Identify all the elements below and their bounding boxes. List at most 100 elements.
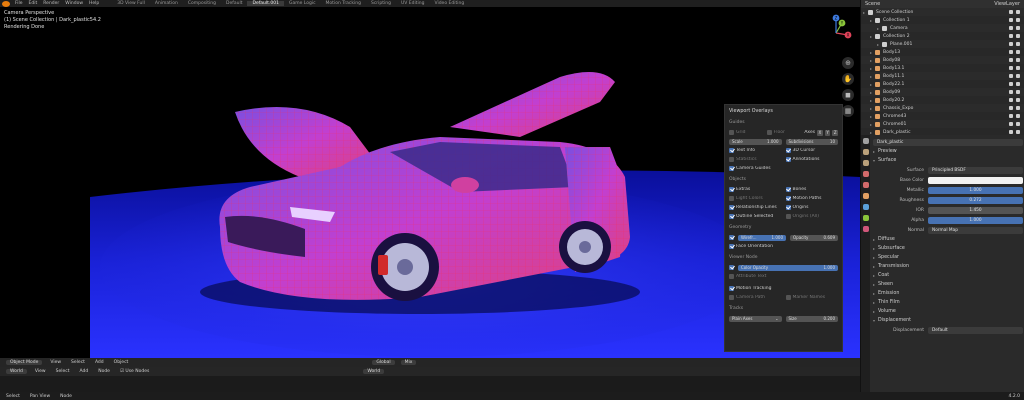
color-opacity-checkbox[interactable] — [729, 265, 734, 270]
visibility-eye-icon[interactable] — [1009, 114, 1013, 118]
tab-game-logic[interactable]: Game Logic — [284, 1, 321, 6]
bones-toggle[interactable]: Bones — [785, 187, 839, 192]
statistics-toggle[interactable]: Statistics — [729, 157, 782, 162]
visibility-eye-icon[interactable] — [1009, 50, 1013, 54]
surface-shader-selector[interactable]: Principled BSDF — [928, 166, 1023, 174]
marker-names-checkbox[interactable] — [785, 295, 791, 300]
outliner-row[interactable]: ▸ Chrome01 — [861, 120, 1024, 128]
motion-paths-toggle[interactable]: Motion Paths — [785, 196, 839, 201]
visibility-eye-icon[interactable] — [1009, 98, 1013, 102]
tab-scripting[interactable]: Scripting — [366, 1, 396, 6]
tab-video-editing[interactable]: Video Editing — [429, 1, 469, 6]
outliner-row[interactable]: ▸ Scene Collection — [861, 8, 1024, 16]
text-info-checkbox[interactable] — [729, 148, 734, 153]
visibility-eye-icon[interactable] — [1009, 58, 1013, 62]
node-editor-canvas[interactable] — [0, 376, 860, 392]
render-camera-icon[interactable] — [1016, 58, 1020, 62]
outliner-row[interactable]: ▸ Body20.2 — [861, 96, 1024, 104]
origins-checkbox[interactable] — [785, 205, 791, 210]
transform-orientation-dropdown[interactable]: Global — [372, 360, 395, 365]
visibility-eye-icon[interactable] — [1009, 34, 1013, 38]
outliner-row[interactable]: ▸ Plane.001 — [861, 40, 1024, 48]
surface-section[interactable]: ▾ Surface — [873, 156, 1023, 165]
outliner-row[interactable]: ▸ Body11.1 — [861, 72, 1024, 80]
object-mode-dropdown[interactable]: Object Mode — [6, 360, 43, 365]
tab-compositing[interactable]: Compositing — [183, 1, 221, 6]
visibility-eye-icon[interactable] — [1009, 106, 1013, 110]
sheen-subsection[interactable]: ▸ Sheen — [873, 280, 1023, 289]
render-camera-icon[interactable] — [1016, 34, 1020, 38]
motion-tracking-checkbox[interactable] — [729, 286, 734, 291]
displacement-section[interactable]: ▾ Displacement — [873, 316, 1023, 325]
outliner-row[interactable]: ▸ Chassis_Expo — [861, 104, 1024, 112]
material-tab-icon[interactable] — [862, 226, 869, 232]
outliner-row[interactable]: ▸ Collection 2 — [861, 32, 1024, 40]
material-name-field[interactable]: Dark_plastic — [873, 138, 1023, 146]
menu-object[interactable]: Object — [112, 360, 131, 365]
face-orientation-toggle[interactable]: Face Orientation — [729, 244, 838, 249]
attribute-text-toggle[interactable]: Attribute Text — [729, 274, 838, 279]
wireframe-field[interactable]: Wirefr... 1.000 — [738, 234, 786, 241]
volume-section[interactable]: ▸ Volume — [873, 307, 1023, 316]
render-camera-icon[interactable] — [1016, 42, 1020, 46]
roughness-field[interactable]: 0.272 — [928, 196, 1023, 204]
origins-all-toggle[interactable]: Origins (All) — [785, 214, 839, 219]
render-camera-icon[interactable] — [1016, 10, 1020, 14]
menu-file[interactable]: File — [12, 1, 26, 6]
origins-all-checkbox[interactable] — [785, 214, 791, 219]
attribute-text-checkbox[interactable] — [729, 274, 734, 279]
transmission-subsection[interactable]: ▸ Transmission — [873, 262, 1023, 271]
menu-add[interactable]: Add — [93, 360, 106, 365]
relationship-lines-checkbox[interactable] — [729, 205, 734, 210]
use-nodes-toggle[interactable]: ☑ Use Nodes — [118, 369, 151, 374]
specular-subsection[interactable]: ▸ Specular — [873, 253, 1023, 262]
render-tab-icon[interactable] — [862, 149, 869, 155]
visibility-eye-icon[interactable] — [1009, 74, 1013, 78]
marker-names-toggle[interactable]: Marker Names — [785, 295, 839, 300]
wireframe-checkbox[interactable] — [729, 235, 734, 240]
outliner-row[interactable]: ▸ Body09 — [861, 88, 1024, 96]
camera-guides-toggle[interactable]: Camera Guides — [729, 166, 838, 171]
visibility-eye-icon[interactable] — [1009, 10, 1013, 14]
tab-uv-editing[interactable]: UV Editing — [396, 1, 429, 6]
text-info-toggle[interactable]: Text Info — [729, 148, 782, 153]
visibility-eye-icon[interactable] — [1009, 130, 1013, 134]
annotations-checkbox[interactable] — [785, 157, 791, 162]
modifier-tab-icon[interactable] — [862, 204, 869, 210]
camera-path-toggle[interactable]: Camera Path — [729, 295, 782, 300]
render-camera-icon[interactable] — [1016, 98, 1020, 102]
visibility-eye-icon[interactable] — [1009, 18, 1013, 22]
render-camera-icon[interactable] — [1016, 90, 1020, 94]
displacement-selector[interactable]: Default — [928, 326, 1023, 334]
menu-view[interactable]: View — [48, 360, 63, 365]
outliner-row[interactable]: ▸ Body08 — [861, 56, 1024, 64]
menu-help[interactable]: Help — [86, 1, 102, 6]
render-camera-icon[interactable] — [1016, 122, 1020, 126]
snap-mix-dropdown[interactable]: Mix — [400, 360, 417, 365]
menu-render[interactable]: Render — [40, 1, 62, 6]
3d-cursor-toggle[interactable]: 3D Cursor — [785, 148, 839, 153]
light-colors-checkbox[interactable] — [729, 196, 734, 201]
extras-toggle[interactable]: Extras — [729, 187, 782, 192]
outline-selected-checkbox[interactable] — [729, 214, 734, 219]
preview-section[interactable]: ▸ Preview — [873, 147, 1023, 156]
object-tab-icon[interactable] — [862, 193, 869, 199]
node-menu-node[interactable]: Node — [96, 369, 112, 374]
metallic-field[interactable]: 1.000 — [928, 186, 1023, 194]
camera-path-checkbox[interactable] — [729, 295, 734, 300]
node-menu-add[interactable]: Add — [77, 369, 90, 374]
diffuse-subsection[interactable]: ▸ Diffuse — [873, 235, 1023, 244]
tracks-display-dropdown[interactable]: Plain Axes ⌄ — [729, 315, 782, 322]
visibility-eye-icon[interactable] — [1009, 82, 1013, 86]
statistics-checkbox[interactable] — [729, 157, 734, 162]
grid-checkbox[interactable] — [729, 130, 734, 135]
outline-selected-toggle[interactable]: Outline Selected — [729, 214, 782, 219]
axis-z-button[interactable]: Z — [832, 129, 839, 136]
outliner-row[interactable]: ▸ Body13.1 — [861, 64, 1024, 72]
outliner-row[interactable]: ▸ Body22.1 — [861, 80, 1024, 88]
zoom-icon[interactable]: ⊕ — [842, 57, 854, 69]
light-colors-toggle[interactable]: Light Colors — [729, 196, 782, 201]
motion-paths-checkbox[interactable] — [785, 196, 791, 201]
tab-default[interactable]: Default — [221, 1, 247, 6]
scene-tab-icon[interactable] — [862, 171, 869, 177]
